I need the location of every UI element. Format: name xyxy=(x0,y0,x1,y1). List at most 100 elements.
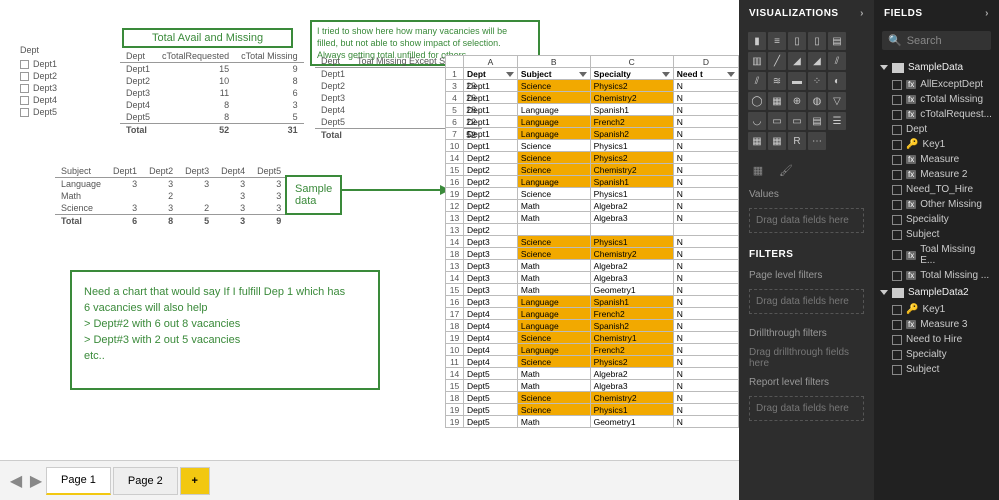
prev-page-button[interactable]: ◀ xyxy=(6,471,26,491)
field-item[interactable]: Specialty xyxy=(874,347,999,362)
viz-r-icon[interactable]: R xyxy=(788,132,806,150)
field-item[interactable]: 🔑Key1 xyxy=(874,137,999,152)
checkbox-icon[interactable] xyxy=(892,350,902,360)
column-header[interactable]: Need t xyxy=(673,68,738,80)
checkbox-icon[interactable] xyxy=(892,200,902,210)
viz-combo2-icon[interactable]: ⫽ xyxy=(748,72,766,90)
viz-card-icon[interactable]: ▭ xyxy=(768,112,786,130)
field-item[interactable]: fxMeasure 2 xyxy=(874,167,999,182)
checkbox-icon[interactable] xyxy=(892,335,902,345)
viz-funnel-icon[interactable]: ▽ xyxy=(828,92,846,110)
field-item[interactable]: fxToal Missing E... xyxy=(874,242,999,268)
checkbox-icon[interactable] xyxy=(892,125,902,135)
checkbox-icon[interactable] xyxy=(892,320,902,330)
checkbox-icon[interactable] xyxy=(20,72,29,81)
viz-matrix-icon[interactable]: ▦ xyxy=(768,132,786,150)
checkbox-icon[interactable] xyxy=(892,140,902,150)
viz-pie-icon[interactable]: ◐ xyxy=(828,72,846,90)
checkbox-icon[interactable] xyxy=(892,305,902,315)
filter-dropdown-icon[interactable] xyxy=(727,72,735,77)
checkbox-icon[interactable] xyxy=(892,250,902,260)
viz-filled-map-icon[interactable]: ◍ xyxy=(808,92,826,110)
checkbox-icon[interactable] xyxy=(892,95,902,105)
filter-dropdown-icon[interactable] xyxy=(662,72,670,77)
col-letter[interactable]: A xyxy=(464,56,518,68)
fields-search-input[interactable]: 🔍 Search xyxy=(882,31,991,50)
col-letter[interactable]: D xyxy=(673,56,738,68)
checkbox-icon[interactable] xyxy=(892,155,902,165)
table-sampledata2[interactable]: SampleData2 xyxy=(874,283,999,302)
table-total-avail-missing[interactable]: Dept cTotalRequested cTotal Missing Dept… xyxy=(120,50,304,136)
checkbox-icon[interactable] xyxy=(20,84,29,93)
drillthrough-drop[interactable]: Drag drillthrough fields here xyxy=(739,343,874,373)
column-header[interactable]: Specialty xyxy=(590,68,673,80)
viz-map-icon[interactable]: ⊕ xyxy=(788,92,806,110)
field-item[interactable]: 🔑Key1 xyxy=(874,302,999,317)
field-item[interactable]: fxMeasure 3 xyxy=(874,317,999,332)
viz-stacked-column-icon[interactable]: ▯ xyxy=(788,32,806,50)
field-item[interactable]: Subject xyxy=(874,362,999,377)
slicer-item[interactable]: Dept3 xyxy=(20,83,110,93)
viz-stacked-area-icon[interactable]: ◢ xyxy=(808,52,826,70)
viz-stacked-bar-100-icon[interactable]: ▤ xyxy=(828,32,846,50)
field-item[interactable]: Dept xyxy=(874,122,999,137)
checkbox-icon[interactable] xyxy=(20,96,29,105)
field-item[interactable]: fxcTotal Missing xyxy=(874,92,999,107)
viz-multi-card-icon[interactable]: ▭ xyxy=(788,112,806,130)
viz-stacked-col-100-icon[interactable]: ▥ xyxy=(748,52,766,70)
tab-page-2[interactable]: Page 2 xyxy=(113,467,178,495)
field-item[interactable]: fxOther Missing xyxy=(874,197,999,212)
viz-kpi-icon[interactable]: ▤ xyxy=(808,112,826,130)
checkbox-icon[interactable] xyxy=(892,271,902,281)
viz-slicer-icon[interactable]: ☰ xyxy=(828,112,846,130)
add-page-button[interactable]: + xyxy=(180,467,210,495)
tab-page-1[interactable]: Page 1 xyxy=(46,467,111,495)
table-sampledata[interactable]: SampleData xyxy=(874,58,999,77)
next-page-button[interactable]: ▶ xyxy=(26,471,46,491)
viz-clustered-bar-icon[interactable]: ≡ xyxy=(768,32,786,50)
viz-stacked-bar-icon[interactable]: ▮ xyxy=(748,32,766,50)
collapse-icon[interactable]: › xyxy=(985,8,989,19)
field-item[interactable]: Need_TO_Hire xyxy=(874,182,999,197)
viz-line-icon[interactable]: ╱ xyxy=(768,52,786,70)
checkbox-icon[interactable] xyxy=(892,80,902,90)
checkbox-icon[interactable] xyxy=(20,60,29,69)
field-item[interactable]: fxAllExceptDept xyxy=(874,77,999,92)
checkbox-icon[interactable] xyxy=(892,365,902,375)
viz-donut-icon[interactable]: ◯ xyxy=(748,92,766,110)
checkbox-icon[interactable] xyxy=(892,170,902,180)
column-header[interactable]: Dept xyxy=(464,68,518,80)
field-item[interactable]: Need to Hire xyxy=(874,332,999,347)
checkbox-icon[interactable] xyxy=(892,230,902,240)
checkbox-icon[interactable] xyxy=(892,215,902,225)
report-canvas[interactable]: Total Avail and Missing I tried to show … xyxy=(0,0,739,460)
page-filters-drop[interactable]: Drag data fields here xyxy=(749,289,864,314)
field-item[interactable]: Subject xyxy=(874,227,999,242)
viz-waterfall-icon[interactable]: ▬ xyxy=(788,72,806,90)
viz-area-icon[interactable]: ◢ xyxy=(788,52,806,70)
viz-more-icon[interactable]: ⋯ xyxy=(808,132,826,150)
field-item[interactable]: fxMeasure xyxy=(874,152,999,167)
format-tab-icon[interactable]: 🖌 xyxy=(777,161,795,179)
values-drop-area[interactable]: Drag data fields here xyxy=(749,208,864,233)
viz-treemap-icon[interactable]: ▦ xyxy=(768,92,786,110)
field-item[interactable]: fxcTotalRequest... xyxy=(874,107,999,122)
viz-gauge-icon[interactable]: ◡ xyxy=(748,112,766,130)
column-header[interactable]: Subject xyxy=(517,68,590,80)
report-filters-drop[interactable]: Drag data fields here xyxy=(749,396,864,421)
slicer-item[interactable]: Dept4 xyxy=(20,95,110,105)
viz-table-icon[interactable]: ▦ xyxy=(748,132,766,150)
field-item[interactable]: Speciality xyxy=(874,212,999,227)
checkbox-icon[interactable] xyxy=(892,185,902,195)
slicer-item[interactable]: Dept5 xyxy=(20,107,110,117)
filter-dropdown-icon[interactable] xyxy=(579,72,587,77)
slicer-item[interactable]: Dept2 xyxy=(20,71,110,81)
viz-combo-icon[interactable]: ⫽ xyxy=(828,52,846,70)
collapse-icon[interactable]: › xyxy=(860,8,864,19)
checkbox-icon[interactable] xyxy=(892,110,902,120)
slicer-item[interactable]: Dept1 xyxy=(20,59,110,69)
viz-ribbon-icon[interactable]: ≋ xyxy=(768,72,786,90)
table-subject-matrix[interactable]: SubjectDept1Dept2Dept3Dept4Dept5 Languag… xyxy=(55,165,287,227)
sample-data-grid[interactable]: ABCD1DeptSubjectSpecialtyNeed t3Dept1Sci… xyxy=(445,55,739,428)
field-item[interactable]: fxTotal Missing ... xyxy=(874,268,999,283)
